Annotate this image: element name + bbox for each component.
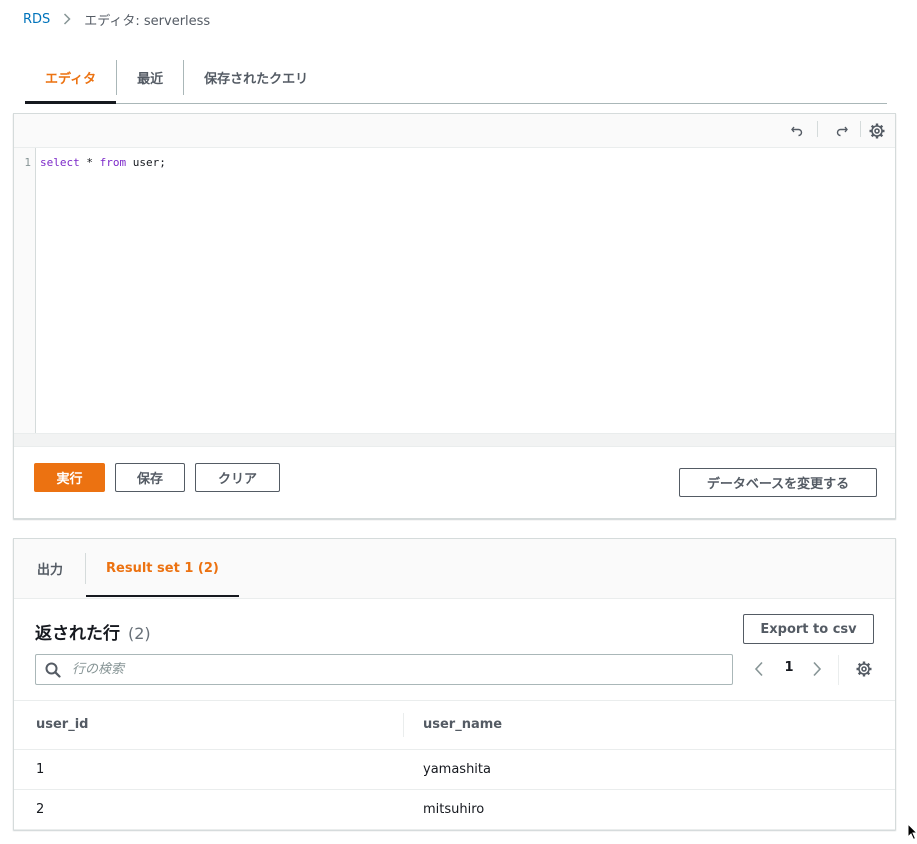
results-panel: 出力 Result set 1 (2) 返された行 (2) Export to c… [13,538,896,830]
breadcrumb-current: エディタ: serverless [84,13,211,29]
results-count: (2) [128,624,151,643]
column-header-user-name[interactable]: user_name [423,717,502,732]
undo-icon[interactable] [788,122,806,140]
change-database-button[interactable]: データベースを変更する [679,468,877,497]
breadcrumb-rds-link[interactable]: RDS [23,12,50,27]
mouse-cursor-icon [907,823,917,841]
sql-keyword: select [40,156,80,169]
row-search-field[interactable] [35,654,733,685]
toolbar-divider [817,121,818,137]
toolbar-divider [860,121,861,137]
page-number[interactable]: 1 [783,660,795,675]
query-editor-panel: 1 select * from user; 実行 保存 クリア データベースを変… [13,113,896,519]
table-header: user_id user_name [14,700,895,750]
line-number-gutter: 1 [14,148,36,433]
table-row: 2 mitsuhiro [14,790,895,830]
chevron-left-icon[interactable] [751,660,767,678]
tab-output[interactable]: 出力 [14,539,85,597]
pager-divider [838,655,839,685]
results-title: 返された行 [35,624,120,644]
table-row: 1 yamashita [14,750,895,790]
export-csv-button[interactable]: Export to csv [743,614,874,644]
editor-tabs: エディタ 最近 保存されたクエリ [25,52,887,104]
column-header-user-id[interactable]: user_id [36,717,88,732]
tab-result-set-1[interactable]: Result set 1 (2) [86,539,239,597]
tab-recent[interactable]: 最近 [117,52,183,103]
chevron-right-icon[interactable] [809,660,825,678]
tab-saved-queries[interactable]: 保存されたクエリ [184,52,328,103]
column-divider[interactable] [403,713,404,737]
line-number: 1 [24,156,31,169]
save-button[interactable]: 保存 [115,463,185,492]
tab-editor[interactable]: エディタ [25,52,117,104]
cell-user-name: mitsuhiro [423,802,485,817]
editor-toolbar [14,114,895,148]
run-button[interactable]: 実行 [34,463,105,492]
cell-user-id: 1 [36,762,45,777]
sql-code-editor[interactable]: select * from user; [40,156,166,169]
editor-horizontal-scrollbar[interactable] [14,433,895,447]
sql-token: user; [126,156,166,169]
cell-user-id: 2 [36,802,45,817]
sql-token: * [79,156,100,169]
search-input[interactable] [70,659,720,680]
search-icon [45,662,61,678]
results-heading: 返された行 (2) [35,619,151,644]
results-tabs: 出力 Result set 1 (2) [14,539,895,599]
gear-icon[interactable] [868,122,886,140]
chevron-right-icon [63,13,71,25]
sql-keyword: from [99,156,127,169]
breadcrumb: RDS エディタ: serverless [23,9,210,29]
clear-button[interactable]: クリア [195,463,280,492]
cell-user-name: yamashita [423,762,491,777]
gear-icon[interactable] [855,660,873,678]
redo-icon[interactable] [833,122,851,140]
